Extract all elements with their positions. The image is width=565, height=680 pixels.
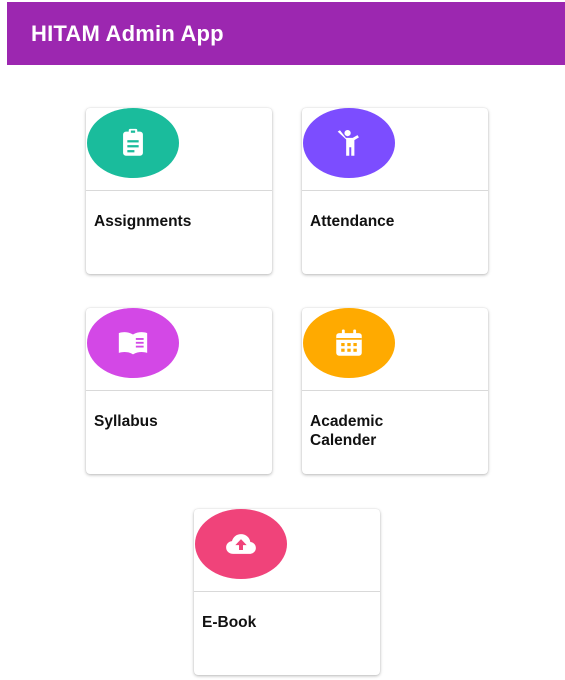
clipboard-icon [87, 108, 179, 178]
card-header [194, 509, 380, 592]
academic-calender-label: Academic Calender [310, 413, 384, 449]
e-book-label: E-Book [202, 614, 257, 631]
syllabus-label: Syllabus [94, 413, 158, 430]
card-header [302, 308, 488, 391]
book-icon [87, 308, 179, 378]
app-bar: HITAM Admin App [7, 2, 565, 65]
assignments-label: Assignments [94, 213, 192, 230]
card-header [86, 108, 272, 191]
app-title: HITAM Admin App [31, 20, 224, 46]
academic-calender-card[interactable]: Academic Calender [302, 308, 488, 474]
e-book-card[interactable]: E-Book [194, 509, 380, 675]
attendance-card[interactable]: Attendance [302, 108, 488, 274]
person-raising-hand-icon [303, 108, 395, 178]
syllabus-card[interactable]: Syllabus [86, 308, 272, 474]
assignments-card[interactable]: Assignments [86, 108, 272, 274]
home-screen: HITAM Admin App Assignments Attendance S… [0, 0, 565, 680]
cloud-upload-icon [195, 509, 287, 579]
card-header [86, 308, 272, 391]
card-header [302, 108, 488, 191]
attendance-label: Attendance [310, 213, 395, 230]
calendar-icon [303, 308, 395, 378]
